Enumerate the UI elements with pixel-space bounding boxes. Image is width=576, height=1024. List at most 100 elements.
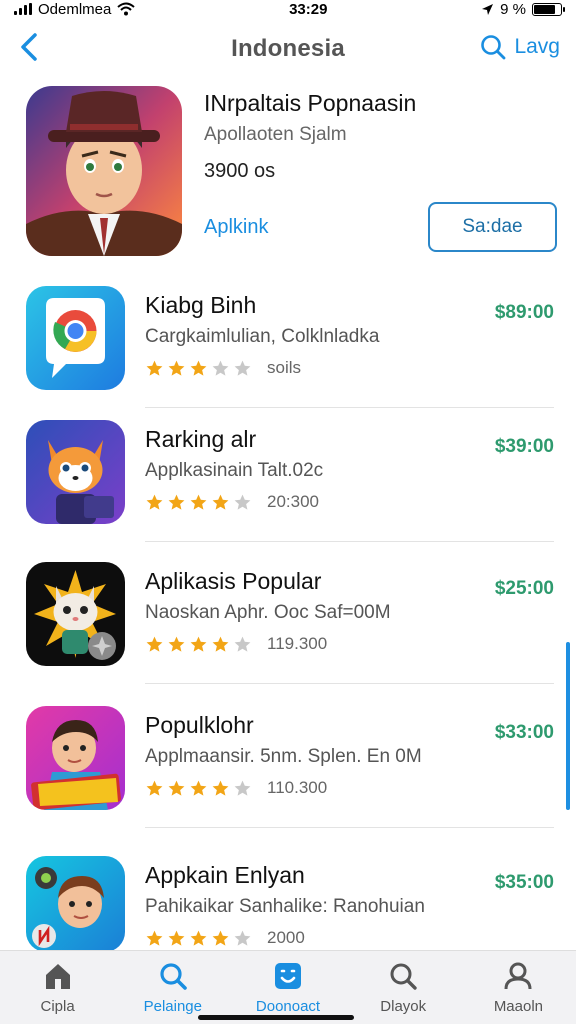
star-icon	[212, 494, 229, 510]
app-price-button[interactable]: $39:00	[495, 436, 554, 458]
divider	[145, 827, 554, 828]
star-icon	[234, 494, 251, 510]
app-rating-count: 2000	[267, 928, 305, 947]
scroll-indicator[interactable]	[566, 642, 570, 810]
star-icon	[146, 636, 163, 652]
star-icon	[190, 930, 207, 946]
app-subtitle: Applmaansir. 5nm. Splen. En 0M	[145, 746, 422, 767]
app-price-button[interactable]: $33:00	[495, 722, 554, 744]
tab-apps[interactable]: Doonoact	[230, 951, 345, 1024]
app-rating: 110.300	[145, 778, 327, 798]
star-icon	[234, 780, 251, 796]
app-icon-browser	[26, 286, 125, 390]
star-icon	[168, 360, 185, 376]
home-indicator[interactable]	[198, 1015, 354, 1020]
app-rating: 2000	[145, 928, 305, 948]
app-subtitle: Applkasinain Talt.02c	[145, 460, 324, 481]
app-title: Rarking alr	[145, 426, 257, 452]
app-title: Populklohr	[145, 712, 254, 738]
carrier-label: Odemlmea	[38, 0, 112, 18]
tab-bar: Cipla Pelainge Doonoact Dlayok Maaoln	[0, 950, 576, 1024]
app-row[interactable]: Aplikasis Popular Naoskan Aphr. Ooc Saf=…	[26, 562, 554, 684]
battery-percent: 9 %	[500, 0, 526, 18]
star-icon	[190, 636, 207, 652]
star-icon	[146, 930, 163, 946]
featured-app-icon	[26, 86, 182, 256]
status-left: Odemlmea	[14, 0, 136, 18]
search-icon	[481, 35, 506, 60]
status-right: 9 %	[481, 0, 565, 18]
star-icon	[190, 780, 207, 796]
app-rating: 20:300	[145, 492, 319, 512]
star-icon	[234, 930, 251, 946]
search-outline-icon	[387, 960, 419, 992]
apps-icon	[272, 960, 304, 992]
status-bar: Odemlmea 33:29 9 %	[0, 0, 576, 18]
person-icon	[502, 960, 534, 992]
status-time: 33:29	[289, 0, 328, 18]
app-title: Appkain Enlyan	[145, 862, 305, 888]
star-icon	[146, 360, 163, 376]
star-icon	[212, 636, 229, 652]
search-icon	[157, 960, 189, 992]
featured-action-button[interactable]: Sa:dae	[428, 202, 557, 252]
app-rating-count: 20:300	[267, 492, 319, 511]
tab-label: Dlayok	[380, 998, 427, 1015]
star-icon	[234, 636, 251, 652]
star-icon	[212, 780, 229, 796]
featured-link[interactable]: Aplkink	[204, 216, 268, 239]
location-arrow-icon	[482, 3, 494, 15]
app-title: Aplikasis Popular	[145, 568, 322, 594]
star-icon	[190, 360, 207, 376]
nav-right-label: Lavg	[514, 35, 560, 58]
star-icon	[212, 930, 229, 946]
star-icon	[146, 780, 163, 796]
app-price-button[interactable]: $25:00	[495, 578, 554, 600]
nav-bar: Indonesia Lavg	[0, 22, 576, 76]
tab-label: Pelainge	[143, 998, 202, 1015]
app-subtitle: Cargkaimlulian, Colklnladka	[145, 326, 380, 347]
featured-title: INrpaltais Popnaasin	[204, 90, 417, 116]
tab-label: Maaoln	[493, 998, 544, 1015]
page-title: Indonesia	[231, 35, 345, 62]
app-row[interactable]: Kiabg Binh Cargkaimlulian, Colklnladka s…	[26, 286, 554, 408]
star-icon	[146, 494, 163, 510]
app-icon-fox	[26, 420, 125, 524]
divider	[145, 683, 554, 684]
featured-subtitle: Apollaoten Sjalm	[204, 124, 347, 145]
featured-price: 3900 os	[204, 160, 276, 182]
featured-app[interactable]: INrpaltais Popnaasin Apollaoten Sjalm 39…	[26, 86, 558, 258]
star-icon	[168, 636, 185, 652]
tab-label: Doonoact	[255, 998, 321, 1015]
app-icon-cat	[26, 562, 125, 666]
star-icon	[234, 360, 251, 376]
divider	[145, 541, 554, 542]
tab-discover[interactable]: Dlayok	[346, 951, 461, 1024]
app-rating-count: 110.300	[267, 778, 328, 797]
nav-search-button[interactable]: Lavg	[480, 34, 560, 60]
app-row[interactable]: Rarking alr Applkasinain Talt.02c 20:300…	[26, 420, 554, 542]
star-icon	[168, 930, 185, 946]
star-icon	[212, 360, 229, 376]
tab-profile[interactable]: Maaoln	[461, 951, 576, 1024]
app-title: Kiabg Binh	[145, 292, 257, 318]
tab-search[interactable]: Pelainge	[115, 951, 230, 1024]
back-button[interactable]	[14, 32, 44, 62]
app-rating: 119.300	[145, 634, 327, 654]
app-row[interactable]: Populklohr Applmaansir. 5nm. Splen. En 0…	[26, 706, 554, 828]
signal-icon	[14, 3, 32, 15]
app-rating-count: soils	[267, 358, 302, 377]
app-subtitle: Naoskan Aphr. Ooc Saf=00M	[145, 602, 391, 623]
app-price-button[interactable]: $89:00	[495, 302, 554, 324]
tab-home[interactable]: Cipla	[0, 951, 115, 1024]
app-rating-count: 119.300	[267, 634, 328, 653]
tab-label: Cipla	[40, 998, 75, 1015]
app-rating: soils	[145, 358, 301, 378]
app-price-button[interactable]: $35:00	[495, 872, 554, 894]
chevron-left-icon	[21, 33, 37, 61]
wifi-icon	[117, 2, 136, 16]
app-row[interactable]: Appkain Enlyan Pahikaikar Sanhalike: Ran…	[26, 856, 554, 952]
app-icon-kid	[26, 856, 125, 952]
app-subtitle: Pahikaikar Sanhalike: Ranohuian	[145, 896, 425, 917]
home-icon	[42, 960, 74, 992]
